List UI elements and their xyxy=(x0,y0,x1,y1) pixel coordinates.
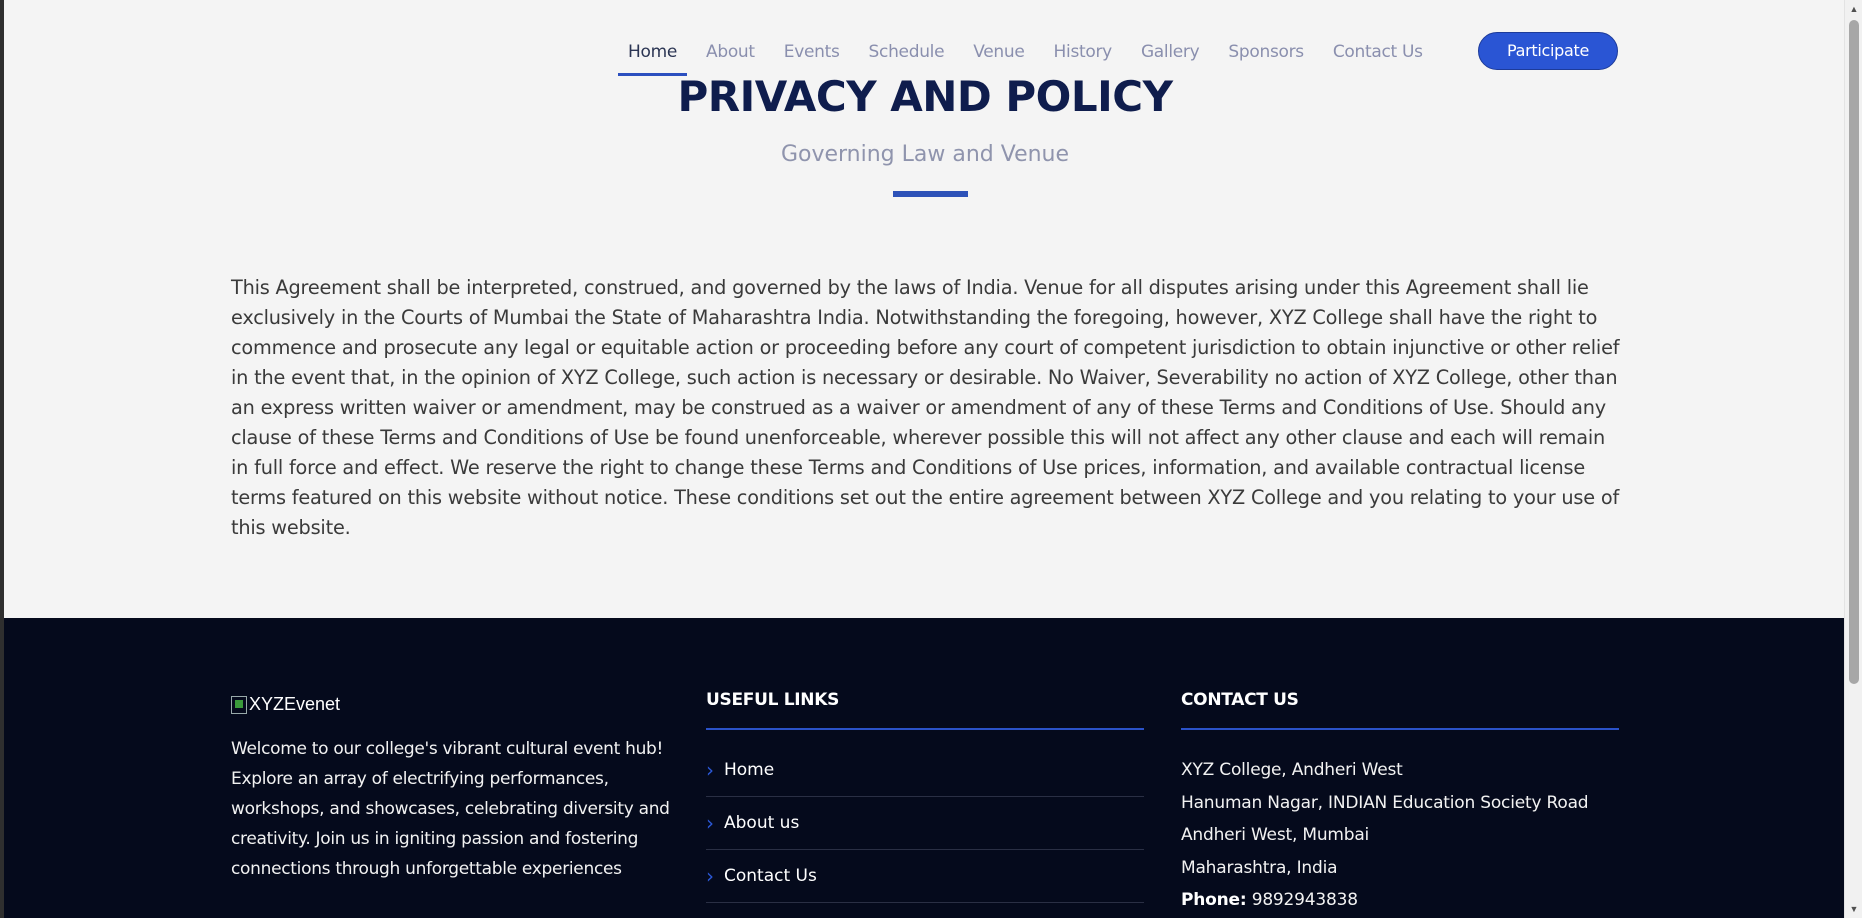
page-subtitle: Governing Law and Venue xyxy=(780,142,1070,167)
contact-line: XYZ College, Andheri West xyxy=(1181,760,1403,780)
main-nav: Home About Events Schedule Venue History… xyxy=(618,36,1442,76)
useful-links-heading: USEFUL LINKS xyxy=(706,690,840,710)
page-title: PRIVACY AND POLICY xyxy=(677,72,1173,121)
nav-history[interactable]: History xyxy=(1044,36,1122,76)
broken-image-icon xyxy=(231,695,247,714)
title-underline xyxy=(893,191,968,197)
site-footer: XYZEvenet Welcome to our college's vibra… xyxy=(4,618,1844,918)
footer-link-label: Home xyxy=(724,760,775,780)
nav-sponsors[interactable]: Sponsors xyxy=(1218,36,1313,76)
nav-gallery[interactable]: Gallery xyxy=(1131,36,1209,76)
contact-line: Andheri West, Mumbai xyxy=(1181,825,1370,845)
chevron-right-icon: › xyxy=(706,758,714,782)
footer-link-home[interactable]: › Home xyxy=(706,744,1144,797)
vertical-scrollbar[interactable]: ▲ ▼ xyxy=(1844,0,1862,918)
useful-links-divider xyxy=(706,728,1144,730)
nav-home[interactable]: Home xyxy=(618,36,688,76)
footer-link-about[interactable]: › About us xyxy=(706,797,1144,850)
phone-label: Phone: xyxy=(1181,890,1247,910)
scroll-up-arrow-icon[interactable]: ▲ xyxy=(1845,0,1862,18)
contact-phone: Phone: 9892943838 xyxy=(1181,884,1621,917)
nav-events[interactable]: Events xyxy=(774,36,850,76)
footer-logo[interactable]: XYZEvenet xyxy=(231,694,340,715)
contact-divider xyxy=(1181,728,1619,730)
policy-body-text: This Agreement shall be interpreted, con… xyxy=(231,276,1620,539)
participate-button[interactable]: Participate xyxy=(1478,32,1618,70)
footer-link-label: Contact Us xyxy=(724,866,817,886)
footer-logo-alt: XYZEvenet xyxy=(249,694,341,714)
contact-info: XYZ College, Andheri West Hanuman Nagar,… xyxy=(1181,754,1621,917)
scrollbar-thumb[interactable] xyxy=(1849,20,1859,684)
footer-link-contact[interactable]: › Contact Us xyxy=(706,850,1144,903)
scroll-down-arrow-icon[interactable]: ▼ xyxy=(1845,900,1862,918)
chevron-right-icon: › xyxy=(706,864,714,888)
nav-contact-us[interactable]: Contact Us xyxy=(1323,36,1433,76)
footer-link-label: About us xyxy=(724,813,800,833)
chevron-right-icon: › xyxy=(706,811,714,835)
contact-line: Maharashtra, India xyxy=(1181,857,1338,878)
nav-venue[interactable]: Venue xyxy=(963,36,1034,76)
contact-heading: CONTACT US xyxy=(1181,690,1299,710)
useful-links-list: › Home › About us › Contact Us xyxy=(706,744,1144,903)
phone-number: 9892943838 xyxy=(1251,890,1358,910)
footer-description: Welcome to our college's vibrant cultura… xyxy=(231,739,670,879)
contact-line: Hanuman Nagar, INDIAN Education Society … xyxy=(1181,792,1589,813)
nav-about[interactable]: About xyxy=(696,36,765,76)
nav-schedule[interactable]: Schedule xyxy=(859,36,955,76)
